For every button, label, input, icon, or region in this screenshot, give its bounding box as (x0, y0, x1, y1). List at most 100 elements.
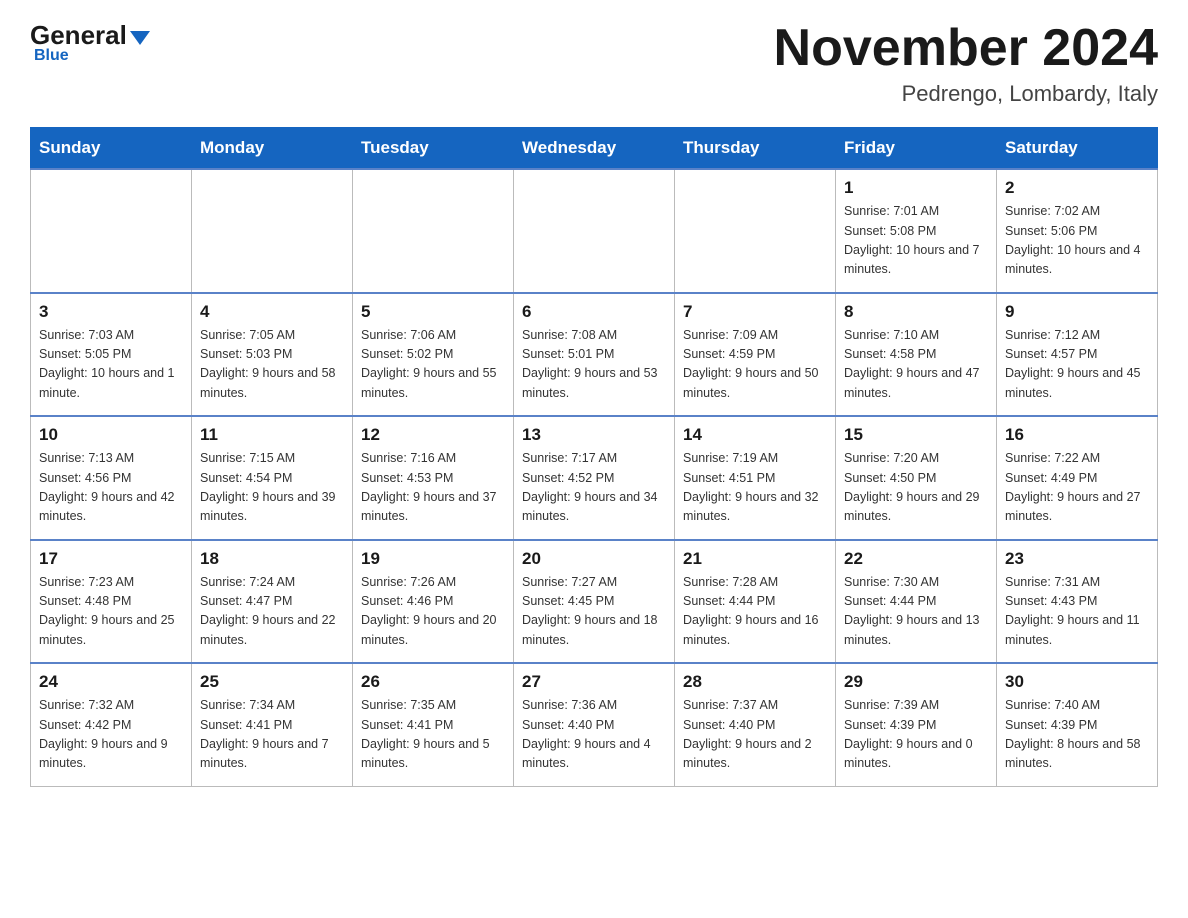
calendar-cell: 5 Sunrise: 7:06 AMSunset: 5:02 PMDaylight… (353, 293, 514, 417)
month-title: November 2024 (774, 20, 1158, 77)
day-info: Sunrise: 7:16 AMSunset: 4:53 PMDaylight:… (361, 449, 505, 527)
calendar-cell: 25 Sunrise: 7:34 AMSunset: 4:41 PMDayligh… (192, 663, 353, 786)
day-info: Sunrise: 7:17 AMSunset: 4:52 PMDaylight:… (522, 449, 666, 527)
day-number: 1 (844, 178, 988, 198)
day-number: 23 (1005, 549, 1149, 569)
day-info: Sunrise: 7:39 AMSunset: 4:39 PMDaylight:… (844, 696, 988, 774)
page-header: General Blue November 2024 Pedrengo, Lom… (30, 20, 1158, 107)
calendar-cell: 20 Sunrise: 7:27 AMSunset: 4:45 PMDayligh… (514, 540, 675, 664)
day-info: Sunrise: 7:12 AMSunset: 4:57 PMDaylight:… (1005, 326, 1149, 404)
day-info: Sunrise: 7:34 AMSunset: 4:41 PMDaylight:… (200, 696, 344, 774)
calendar-cell: 9 Sunrise: 7:12 AMSunset: 4:57 PMDaylight… (997, 293, 1158, 417)
day-info: Sunrise: 7:08 AMSunset: 5:01 PMDaylight:… (522, 326, 666, 404)
calendar-cell: 11 Sunrise: 7:15 AMSunset: 4:54 PMDayligh… (192, 416, 353, 540)
day-number: 13 (522, 425, 666, 445)
title-block: November 2024 Pedrengo, Lombardy, Italy (774, 20, 1158, 107)
day-info: Sunrise: 7:15 AMSunset: 4:54 PMDaylight:… (200, 449, 344, 527)
calendar-cell: 7 Sunrise: 7:09 AMSunset: 4:59 PMDaylight… (675, 293, 836, 417)
week-row-3: 10Sunrise: 7:13 AMSunset: 4:56 PMDayligh… (31, 416, 1158, 540)
logo-blue-text: Blue (34, 47, 69, 65)
day-number: 14 (683, 425, 827, 445)
calendar-cell: 22Sunrise: 7:30 AMSunset: 4:44 PMDayligh… (836, 540, 997, 664)
day-info: Sunrise: 7:20 AMSunset: 4:50 PMDaylight:… (844, 449, 988, 527)
calendar-cell: 6 Sunrise: 7:08 AMSunset: 5:01 PMDaylight… (514, 293, 675, 417)
day-info: Sunrise: 7:23 AMSunset: 4:48 PMDaylight:… (39, 573, 183, 651)
day-number: 3 (39, 302, 183, 322)
calendar-cell: 10Sunrise: 7:13 AMSunset: 4:56 PMDayligh… (31, 416, 192, 540)
weekday-header-sunday: Sunday (31, 128, 192, 170)
calendar-cell: 14 Sunrise: 7:19 AMSunset: 4:51 PMDayligh… (675, 416, 836, 540)
day-number: 21 (683, 549, 827, 569)
day-number: 5 (361, 302, 505, 322)
day-info: Sunrise: 7:36 AMSunset: 4:40 PMDaylight:… (522, 696, 666, 774)
calendar-header-row: SundayMondayTuesdayWednesdayThursdayFrid… (31, 128, 1158, 170)
calendar-cell: 27 Sunrise: 7:36 AMSunset: 4:40 PMDayligh… (514, 663, 675, 786)
day-info: Sunrise: 7:05 AMSunset: 5:03 PMDaylight:… (200, 326, 344, 404)
day-number: 24 (39, 672, 183, 692)
weekday-header-wednesday: Wednesday (514, 128, 675, 170)
day-info: Sunrise: 7:03 AMSunset: 5:05 PMDaylight:… (39, 326, 183, 404)
calendar-cell (675, 169, 836, 293)
calendar-cell: 19Sunrise: 7:26 AMSunset: 4:46 PMDayligh… (353, 540, 514, 664)
day-number: 20 (522, 549, 666, 569)
calendar-cell: 17 Sunrise: 7:23 AMSunset: 4:48 PMDayligh… (31, 540, 192, 664)
day-number: 27 (522, 672, 666, 692)
calendar-cell (31, 169, 192, 293)
calendar-cell: 29 Sunrise: 7:39 AMSunset: 4:39 PMDayligh… (836, 663, 997, 786)
logo: General Blue (30, 20, 150, 65)
day-info: Sunrise: 7:28 AMSunset: 4:44 PMDaylight:… (683, 573, 827, 651)
week-row-2: 3 Sunrise: 7:03 AMSunset: 5:05 PMDaylight… (31, 293, 1158, 417)
day-info: Sunrise: 7:02 AMSunset: 5:06 PMDaylight:… (1005, 202, 1149, 280)
weekday-header-monday: Monday (192, 128, 353, 170)
calendar-cell: 16 Sunrise: 7:22 AMSunset: 4:49 PMDayligh… (997, 416, 1158, 540)
calendar-cell: 8Sunrise: 7:10 AMSunset: 4:58 PMDaylight… (836, 293, 997, 417)
day-number: 17 (39, 549, 183, 569)
day-number: 4 (200, 302, 344, 322)
day-number: 2 (1005, 178, 1149, 198)
day-number: 29 (844, 672, 988, 692)
day-number: 16 (1005, 425, 1149, 445)
logo-triangle-icon (130, 31, 150, 45)
day-info: Sunrise: 7:32 AMSunset: 4:42 PMDaylight:… (39, 696, 183, 774)
day-number: 6 (522, 302, 666, 322)
day-info: Sunrise: 7:13 AMSunset: 4:56 PMDaylight:… (39, 449, 183, 527)
day-info: Sunrise: 7:27 AMSunset: 4:45 PMDaylight:… (522, 573, 666, 651)
week-row-1: 1 Sunrise: 7:01 AMSunset: 5:08 PMDaylight… (31, 169, 1158, 293)
day-info: Sunrise: 7:19 AMSunset: 4:51 PMDaylight:… (683, 449, 827, 527)
calendar-table: SundayMondayTuesdayWednesdayThursdayFrid… (30, 127, 1158, 787)
day-info: Sunrise: 7:09 AMSunset: 4:59 PMDaylight:… (683, 326, 827, 404)
day-number: 8 (844, 302, 988, 322)
weekday-header-saturday: Saturday (997, 128, 1158, 170)
calendar-cell: 28Sunrise: 7:37 AMSunset: 4:40 PMDayligh… (675, 663, 836, 786)
week-row-5: 24 Sunrise: 7:32 AMSunset: 4:42 PMDayligh… (31, 663, 1158, 786)
calendar-cell: 12 Sunrise: 7:16 AMSunset: 4:53 PMDayligh… (353, 416, 514, 540)
calendar-cell: 15Sunrise: 7:20 AMSunset: 4:50 PMDayligh… (836, 416, 997, 540)
calendar-cell: 23 Sunrise: 7:31 AMSunset: 4:43 PMDayligh… (997, 540, 1158, 664)
day-number: 7 (683, 302, 827, 322)
day-number: 19 (361, 549, 505, 569)
day-number: 28 (683, 672, 827, 692)
calendar-cell: 21 Sunrise: 7:28 AMSunset: 4:44 PMDayligh… (675, 540, 836, 664)
calendar-cell (192, 169, 353, 293)
weekday-header-thursday: Thursday (675, 128, 836, 170)
day-number: 9 (1005, 302, 1149, 322)
day-info: Sunrise: 7:24 AMSunset: 4:47 PMDaylight:… (200, 573, 344, 651)
day-number: 11 (200, 425, 344, 445)
calendar-cell: 13 Sunrise: 7:17 AMSunset: 4:52 PMDayligh… (514, 416, 675, 540)
day-info: Sunrise: 7:40 AMSunset: 4:39 PMDaylight:… (1005, 696, 1149, 774)
calendar-cell: 18Sunrise: 7:24 AMSunset: 4:47 PMDayligh… (192, 540, 353, 664)
day-number: 25 (200, 672, 344, 692)
calendar-cell: 30Sunrise: 7:40 AMSunset: 4:39 PMDayligh… (997, 663, 1158, 786)
day-info: Sunrise: 7:30 AMSunset: 4:44 PMDaylight:… (844, 573, 988, 651)
calendar-cell: 24 Sunrise: 7:32 AMSunset: 4:42 PMDayligh… (31, 663, 192, 786)
day-info: Sunrise: 7:31 AMSunset: 4:43 PMDaylight:… (1005, 573, 1149, 651)
day-number: 12 (361, 425, 505, 445)
weekday-header-friday: Friday (836, 128, 997, 170)
day-info: Sunrise: 7:01 AMSunset: 5:08 PMDaylight:… (844, 202, 988, 280)
day-info: Sunrise: 7:22 AMSunset: 4:49 PMDaylight:… (1005, 449, 1149, 527)
day-info: Sunrise: 7:35 AMSunset: 4:41 PMDaylight:… (361, 696, 505, 774)
weekday-header-tuesday: Tuesday (353, 128, 514, 170)
day-number: 26 (361, 672, 505, 692)
calendar-cell (353, 169, 514, 293)
day-info: Sunrise: 7:06 AMSunset: 5:02 PMDaylight:… (361, 326, 505, 404)
